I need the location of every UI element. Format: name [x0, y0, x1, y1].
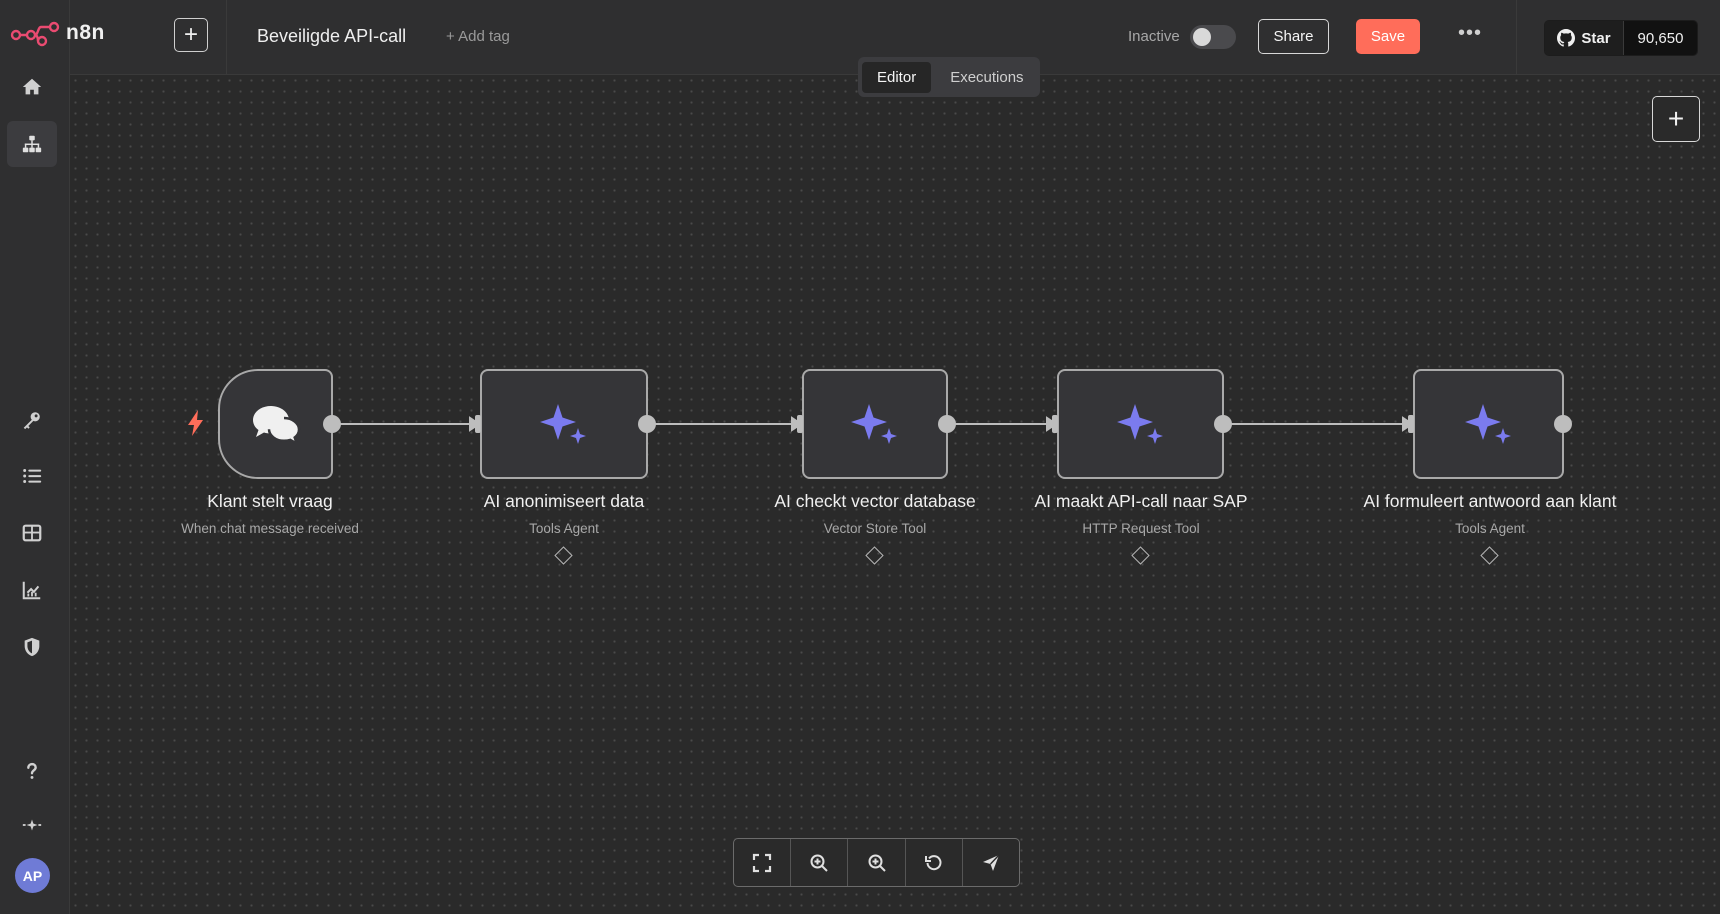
node-output-handle[interactable]: [1554, 415, 1572, 433]
sparkle-icon: [22, 819, 42, 831]
tab-executions[interactable]: Executions: [935, 62, 1038, 93]
table-icon: [22, 524, 42, 542]
node-subtitle: Tools Agent: [1455, 521, 1525, 536]
n8n-logo-icon: [10, 21, 60, 47]
shield-icon: [24, 637, 40, 657]
node-title: AI anonimiseert data: [483, 491, 645, 511]
sparkles-icon: [851, 404, 897, 444]
node-title: Klant stelt vraag: [207, 491, 333, 511]
zoom-in-button[interactable]: [791, 839, 849, 886]
list-icon: [23, 469, 42, 483]
sidebar: n8n AP: [0, 0, 104, 914]
node-title: AI maakt API-call naar SAP: [1034, 491, 1248, 511]
share-button[interactable]: Share: [1258, 19, 1329, 54]
fit-view-button[interactable]: [734, 839, 792, 886]
header-divider: [1516, 0, 1517, 74]
node-subtitle: Vector Store Tool: [823, 521, 927, 536]
execute-workflow-button[interactable]: [963, 839, 1019, 886]
reset-zoom-button[interactable]: [906, 839, 963, 886]
sidebar-item-tables[interactable]: [7, 510, 57, 556]
help-icon: [27, 762, 37, 779]
sidebar-item-home[interactable]: [7, 64, 57, 110]
node-ai-checkt-vector-database[interactable]: [802, 369, 948, 479]
node-output-handle[interactable]: [323, 415, 341, 433]
send-icon: [982, 854, 1000, 871]
node-output-handle[interactable]: [1214, 415, 1232, 433]
add-tag-button[interactable]: + Add tag: [446, 28, 510, 45]
sidebar-item-executions[interactable]: [7, 453, 57, 499]
view-tabs: Editor Executions: [858, 57, 1040, 97]
add-node-button[interactable]: +: [1652, 96, 1700, 142]
user-avatar[interactable]: AP: [15, 858, 50, 893]
node-input-handle[interactable]: [475, 415, 481, 433]
zoom-out-icon: [868, 854, 886, 872]
active-status-label: Inactive: [1128, 28, 1180, 45]
home-icon: [22, 78, 42, 95]
brand-name: n8n: [66, 21, 105, 44]
chart-icon: [22, 581, 41, 600]
create-new-button[interactable]: +: [174, 18, 208, 52]
sidebar-item-whats-new[interactable]: [7, 802, 57, 848]
fit-view-icon: [752, 853, 772, 872]
github-star-button[interactable]: Star 90,650: [1544, 20, 1698, 56]
active-toggle[interactable]: [1190, 25, 1236, 49]
toggle-knob: [1193, 28, 1211, 46]
node-input-handle[interactable]: [1052, 415, 1058, 433]
sidebar-item-security[interactable]: [7, 624, 57, 670]
node-ai-anonimiseert-data[interactable]: [480, 369, 648, 479]
zoom-in-icon: [810, 854, 829, 872]
tab-editor[interactable]: Editor: [862, 61, 932, 93]
node-klant-stelt-vraag[interactable]: [218, 369, 333, 479]
header-divider: [226, 0, 227, 74]
node-ai-formuleert-antwoord-aan-klant[interactable]: [1413, 369, 1564, 479]
node-title: AI formuleert antwoord aan klant: [1363, 491, 1617, 511]
node-output-handle[interactable]: [638, 415, 656, 433]
reset-icon: [924, 854, 942, 870]
github-icon: [1557, 29, 1576, 47]
sidebar-item-help[interactable]: [7, 748, 57, 794]
github-star-count[interactable]: 90,650: [1623, 21, 1697, 55]
github-star-label: Star: [1581, 29, 1611, 47]
node-subtitle: Tools Agent: [529, 521, 599, 536]
workflow-icon: [22, 135, 42, 153]
workflow-title[interactable]: Beveiligde API-call: [257, 26, 406, 47]
more-options-button[interactable]: •••: [1458, 22, 1482, 45]
node-subtitle: When chat message received: [181, 521, 359, 536]
sparkles-icon: [1464, 404, 1511, 444]
sidebar-item-credentials[interactable]: [7, 397, 57, 443]
sidebar-item-workflows[interactable]: [7, 121, 57, 167]
github-star-label-part[interactable]: Star: [1545, 21, 1623, 55]
node-input-handle[interactable]: [1408, 415, 1414, 433]
n8n-logo[interactable]: n8n: [10, 18, 105, 48]
save-button[interactable]: Save: [1356, 19, 1420, 54]
zoom-out-button[interactable]: [848, 839, 906, 886]
node-output-handle[interactable]: [938, 415, 956, 433]
node-ai-maakt-api-call-naar-sap[interactable]: [1057, 369, 1224, 479]
node-subtitle: HTTP Request Tool: [1082, 521, 1200, 536]
lightning-icon: [188, 410, 203, 436]
sparkles-icon: [1116, 404, 1163, 444]
canvas-toolbar: [733, 838, 1020, 887]
sidebar-item-insights[interactable]: [7, 567, 57, 613]
node-input-handle[interactable]: [797, 415, 803, 433]
node-title: AI checkt vector database: [774, 491, 976, 511]
key-icon: [23, 412, 40, 430]
chat-icon: [252, 406, 300, 444]
sparkles-icon: [540, 404, 586, 444]
